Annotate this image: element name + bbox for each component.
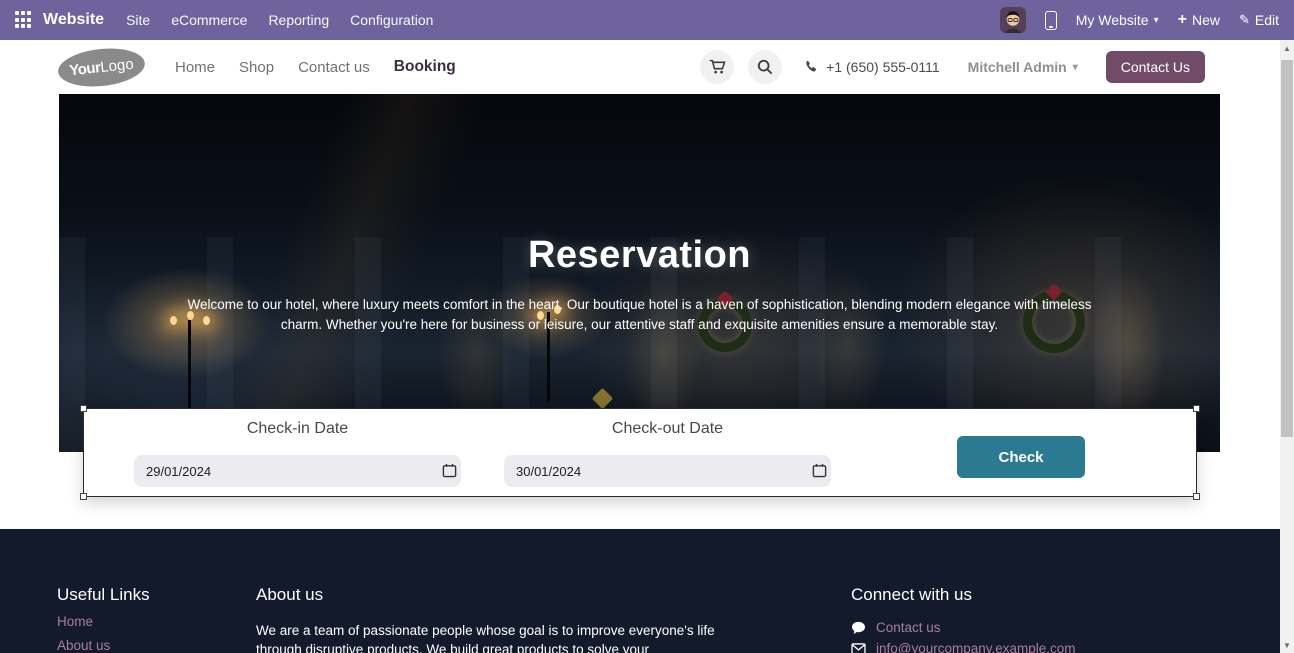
resize-handle[interactable] [80, 493, 87, 500]
edit-button[interactable]: ✎ Edit [1239, 12, 1279, 28]
app-menu-website[interactable]: Website [43, 11, 104, 29]
nav-link-shop[interactable]: Shop [239, 59, 274, 76]
chevron-down-icon: ▾ [1073, 62, 1078, 73]
phone-icon [804, 60, 818, 74]
contact-us-button[interactable]: Contact Us [1106, 51, 1205, 83]
menu-configuration[interactable]: Configuration [350, 12, 433, 28]
site-nav-links: Home Shop Contact us Booking [175, 40, 456, 94]
cart-icon [709, 59, 726, 75]
connect-with-us-heading: Connect with us [851, 585, 1181, 605]
menu-reporting[interactable]: Reporting [268, 12, 329, 28]
phone-number-link[interactable]: +1 (650) 555-0111 [804, 59, 940, 75]
scrollbar-down-arrow[interactable]: ▼ [1280, 637, 1294, 653]
nav-link-contact-us[interactable]: Contact us [298, 59, 370, 76]
site-navbar: YourLogo Home Shop Contact us Booking +1… [0, 40, 1280, 94]
page-title: Reservation [59, 234, 1220, 277]
chevron-down-icon: ▾ [1154, 15, 1159, 26]
mobile-preview-icon[interactable] [1045, 11, 1057, 30]
user-avatar[interactable] [1000, 7, 1026, 33]
menu-site[interactable]: Site [126, 12, 150, 28]
footer-email-link[interactable]: info@yourcompany.example.com [851, 641, 1181, 653]
check-availability-button[interactable]: Check [957, 436, 1085, 478]
vertical-scrollbar[interactable]: ▲ ▼ [1280, 40, 1294, 653]
scrollbar-thumb[interactable] [1281, 60, 1293, 437]
calendar-icon[interactable] [812, 463, 827, 478]
plus-icon: + [1178, 11, 1187, 29]
search-icon [757, 59, 773, 75]
apps-grid-icon[interactable] [15, 11, 33, 29]
resize-handle[interactable] [1193, 493, 1200, 500]
hero-description: Welcome to our hotel, where luxury meets… [180, 295, 1100, 334]
chat-bubble-icon [851, 621, 866, 635]
footer-contact-us-link[interactable]: Contact us [851, 620, 1181, 635]
user-menu-dropdown[interactable]: Mitchell Admin ▾ [968, 59, 1078, 75]
booking-form-card: Check-in Date Check-out Date Check [83, 408, 1197, 497]
hero-content: Reservation Welcome to our hotel, where … [59, 94, 1220, 452]
new-button[interactable]: + New [1178, 11, 1220, 29]
footer-link-home[interactable]: Home [57, 614, 227, 629]
menu-ecommerce[interactable]: eCommerce [171, 12, 247, 28]
resize-handle[interactable] [1193, 405, 1200, 412]
search-button[interactable] [748, 50, 782, 84]
useful-links-heading: Useful Links [57, 585, 227, 605]
resize-handle[interactable] [80, 405, 87, 412]
calendar-icon[interactable] [442, 463, 457, 478]
scrollbar-up-arrow[interactable]: ▲ [1280, 40, 1294, 56]
hero-section: Reservation Welcome to our hotel, where … [59, 94, 1220, 452]
site-footer: Useful Links Home About us About us We a… [0, 529, 1280, 653]
checkin-date-label: Check-in Date [134, 420, 461, 438]
about-us-heading: About us [256, 585, 731, 605]
website-selector-dropdown[interactable]: My Website ▾ [1076, 12, 1159, 28]
cart-button[interactable] [700, 50, 734, 84]
pencil-icon: ✎ [1239, 12, 1250, 28]
odoo-top-bar: Website Site eCommerce Reporting Configu… [0, 0, 1294, 40]
nav-link-home[interactable]: Home [175, 59, 215, 76]
checkout-date-input[interactable] [504, 455, 831, 487]
nav-link-booking-active[interactable]: Booking [394, 58, 456, 76]
checkin-date-input[interactable] [134, 455, 461, 487]
footer-link-about-us[interactable]: About us [57, 638, 227, 653]
checkout-date-label: Check-out Date [504, 420, 831, 438]
envelope-icon [851, 643, 866, 653]
about-us-text: We are a team of passionate people whose… [256, 621, 731, 653]
site-logo[interactable]: YourLogo [56, 45, 146, 91]
